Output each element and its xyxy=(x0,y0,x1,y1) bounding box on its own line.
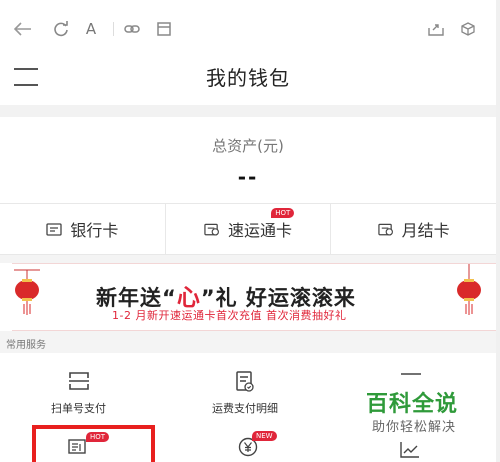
hot-badge: HOT xyxy=(271,208,295,218)
text-size-icon[interactable]: A xyxy=(82,18,100,40)
scan-icon xyxy=(69,372,89,390)
section-divider xyxy=(0,105,496,117)
bill-detail-icon xyxy=(236,371,254,392)
monthly-card-label: 月结卡 xyxy=(401,221,450,240)
total-assets-value: -- xyxy=(237,165,259,189)
highlight-box xyxy=(32,425,155,462)
bank-card-icon xyxy=(46,222,62,236)
services-header: 常用服务 xyxy=(0,331,496,353)
freight-detail-label: 运费支付明细 xyxy=(212,402,278,415)
app-header: 我的钱包 xyxy=(0,58,496,110)
browser-toolbar: A xyxy=(0,0,500,58)
new-badge: NEW xyxy=(252,431,277,441)
section-divider xyxy=(0,255,496,263)
trend-icon xyxy=(400,442,419,458)
services-title: 常用服务 xyxy=(6,340,46,351)
total-assets-panel: 总资产(元) -- xyxy=(0,117,496,203)
bank-card-label: 银行卡 xyxy=(70,221,119,240)
scan-pay-service[interactable]: 扫单号支付 xyxy=(40,353,120,415)
watermark-subtitle: 助你轻松解决 xyxy=(372,420,457,435)
chart-icon xyxy=(401,373,421,375)
chart-service[interactable] xyxy=(390,353,450,383)
window-edge xyxy=(496,0,500,462)
lantern-right-icon xyxy=(457,264,481,315)
freight-detail-service[interactable]: 运费支付明细 xyxy=(205,353,295,415)
lantern-left-icon xyxy=(14,269,40,315)
express-card-button[interactable]: 速运通卡 HOT xyxy=(166,204,332,254)
promo-banner[interactable]: 新年送“心”礼 好运滚滚来 1-2 月新开速运通卡首次充值 首次消费抽好礼 xyxy=(12,263,496,331)
refresh-icon[interactable] xyxy=(50,18,72,40)
express-card-icon xyxy=(204,223,220,236)
scan-pay-label: 扫单号支付 xyxy=(51,402,106,415)
toolbar-separator xyxy=(113,22,114,36)
card-tabs: 银行卡 速运通卡 HOT 月结卡 xyxy=(0,203,496,255)
banner-subtitle: 1-2 月新开速运通卡首次充值 首次消费抽好礼 xyxy=(112,309,347,322)
layout-icon[interactable] xyxy=(154,18,174,40)
bank-card-button[interactable]: 银行卡 xyxy=(0,204,166,254)
watermark-title: 百科全说 xyxy=(366,392,459,417)
total-assets-label: 总资产(元) xyxy=(212,137,284,155)
share-icon[interactable] xyxy=(426,18,446,40)
trend-service[interactable] xyxy=(395,431,455,462)
link-icon[interactable] xyxy=(122,18,142,40)
yen-service[interactable]: NEW xyxy=(230,431,290,462)
monthly-card-button[interactable]: 月结卡 xyxy=(331,204,496,254)
back-arrow-icon[interactable] xyxy=(12,18,34,40)
cube-icon[interactable] xyxy=(458,18,478,40)
express-card-label: 速运通卡 xyxy=(228,221,293,240)
monthly-card-icon xyxy=(378,223,394,236)
page-title: 我的钱包 xyxy=(206,66,290,90)
